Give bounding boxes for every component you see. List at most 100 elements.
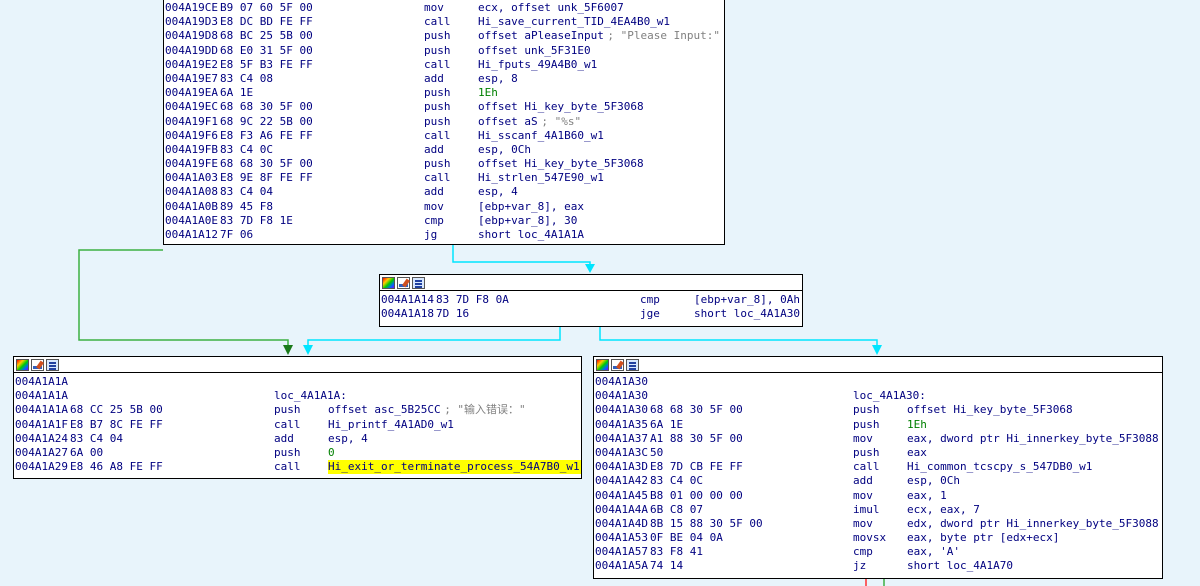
code-line[interactable]: 004A19EA 6A 1E push 1Eh (164, 86, 724, 100)
instruction-operands[interactable]: offset Hi_key_byte_5F3068 (907, 403, 1073, 417)
code-line[interactable]: 004A1A53 0F BE 04 0A movsx eax, byte ptr [e… (594, 531, 1162, 545)
instruction-operands[interactable]: [ebp+var_8], 30 (478, 214, 577, 228)
code-line[interactable]: 004A1A24 83 C4 04 add esp, 4 (14, 432, 581, 446)
instruction-operands[interactable]: offset aPleaseInput (478, 29, 604, 43)
code-line[interactable]: 004A19DD 68 E0 31 5F 00 push offset unk_5F3… (164, 44, 724, 58)
rename-icon[interactable] (611, 358, 624, 371)
instruction-operands[interactable]: [ebp+var_8], eax (478, 200, 584, 214)
code-line[interactable]: 004A1A3C 50 push eax (594, 446, 1162, 460)
instruction-operands[interactable]: esp, 4 (478, 185, 518, 199)
instruction-operands[interactable]: Hi_sscanf_4A1B60_w1 (478, 129, 604, 143)
code-line[interactable]: 004A1A03 E8 9E 8F FE FF call Hi_strlen_547E… (164, 171, 724, 185)
instruction-operands[interactable]: esp, 4 (328, 432, 368, 446)
code-line[interactable]: 004A1A12 7F 06 jg short loc_4A1A1A (164, 228, 724, 242)
code-block-middle[interactable]: 004A1A14 83 7D F8 0A cmp [ebp+var_8], 0Ah 00… (379, 274, 803, 327)
code-line[interactable]: 004A1A42 83 C4 0C add esp, 0Ch (594, 474, 1162, 488)
code-line[interactable]: 004A19D8 68 BC 25 5B 00 push offset aPlease… (164, 29, 724, 43)
instruction-address: 004A1A29 (15, 460, 68, 474)
instruction-operands[interactable]: ecx, eax, 7 (907, 503, 980, 517)
graph-view-icon[interactable] (46, 358, 59, 371)
code-line[interactable]: 004A1A4D 8B 15 88 30 5F 00 mov edx, dword p… (594, 517, 1162, 531)
opcode-bytes: 0F BE 04 0A (650, 531, 723, 545)
code-line[interactable]: 004A1A29 E8 46 A8 FE FF call Hi_exit_or_ter… (14, 460, 581, 475)
color-palette-icon[interactable] (596, 358, 609, 371)
instruction-operands[interactable]: eax (907, 446, 927, 460)
instruction-operands[interactable]: Hi_strlen_547E90_w1 (478, 171, 604, 185)
code-line[interactable]: 004A19FB 83 C4 0C add esp, 0Ch (164, 143, 724, 157)
instruction-operands[interactable]: eax, 1 (907, 489, 947, 503)
code-line[interactable]: 004A1A1A loc_4A1A1A: (14, 389, 581, 403)
code-line[interactable]: 004A1A30 loc_4A1A30: (594, 389, 1162, 403)
instruction-address: 004A1A5A (595, 559, 648, 573)
rename-icon[interactable] (31, 358, 44, 371)
instruction-operands[interactable]: short loc_4A1A1A (478, 228, 584, 242)
opcode-bytes: 68 E0 31 5F 00 (220, 43, 313, 57)
instruction-address: 004A1A0E (165, 213, 218, 227)
code-line[interactable]: 004A19FE 68 68 30 5F 00 push offset Hi_key_… (164, 157, 724, 171)
instruction-operands[interactable]: 0 (328, 446, 335, 460)
graph-view-icon[interactable] (626, 358, 639, 371)
code-line[interactable]: 004A19F6 E8 F3 A6 FE FF call Hi_sscanf_4A1B… (164, 129, 724, 143)
code-line[interactable]: 004A1A35 6A 1E push 1Eh (594, 418, 1162, 432)
instruction-operands[interactable]: eax, byte ptr [edx+ecx] (907, 531, 1059, 545)
instruction-operands[interactable]: edx, dword ptr Hi_innerkey_byte_5F3088 (907, 517, 1159, 531)
code-line[interactable]: 004A1A45 B8 01 00 00 00 mov eax, 1 (594, 489, 1162, 503)
instruction-address: 004A1A1A (15, 403, 68, 417)
code-line[interactable]: 004A1A0E 83 7D F8 1E cmp [ebp+var_8], 30 (164, 214, 724, 228)
code-block-right[interactable]: 004A1A30 004A1A30 loc_4A1A30: 004A1A30 68 68… (593, 356, 1163, 579)
code-line[interactable]: 004A1A1A (14, 375, 581, 389)
code-line[interactable]: 004A1A30 (594, 375, 1162, 389)
instruction-operands[interactable]: esp, 0Ch (478, 143, 531, 157)
instruction-operands[interactable]: 1Eh (907, 418, 927, 432)
edge-top-to-middle (452, 244, 591, 267)
instruction-operands[interactable]: Hi_fputs_49A4B0_w1 (478, 58, 597, 72)
code-block-left[interactable]: 004A1A1A 004A1A1A loc_4A1A1A: 004A1A1A 68 CC… (13, 356, 582, 479)
code-line[interactable]: 004A1A0B 89 45 F8 mov [ebp+var_8], eax (164, 200, 724, 214)
code-line[interactable]: 004A19CE B9 07 60 5F 00 mov ecx, offset unk… (164, 1, 724, 15)
instruction-operands[interactable]: eax, 'A' (907, 545, 960, 559)
code-line[interactable]: 004A19F1 68 9C 22 5B 00 push offset aS; "%s… (164, 115, 724, 129)
color-palette-icon[interactable] (16, 358, 29, 371)
code-line[interactable]: 004A1A1F E8 B7 8C FE FF call Hi_printf_4A1A… (14, 418, 581, 432)
graph-view-icon[interactable] (412, 276, 425, 289)
instruction-operands[interactable]: short loc_4A1A70 (907, 559, 1013, 573)
instruction-operands[interactable]: eax, dword ptr Hi_innerkey_byte_5F3088 (907, 432, 1159, 446)
instruction-operands[interactable]: offset unk_5F31E0 (478, 44, 591, 58)
instruction-operands[interactable]: Hi_save_current_TID_4EA4B0_w1 (478, 15, 670, 29)
instruction-operands[interactable]: Hi_exit_or_terminate_process_54A7B0_w1 (328, 460, 581, 475)
code-line[interactable]: 004A1A27 6A 00 push 0 (14, 446, 581, 460)
instruction-operands[interactable]: offset Hi_key_byte_5F3068 (478, 157, 644, 171)
opcode-bytes: E8 7D CB FE FF (650, 460, 743, 474)
code-line[interactable]: 004A19E7 83 C4 08 add esp, 8 (164, 72, 724, 86)
code-line[interactable]: 004A1A5A 74 14 jz short loc_4A1A70 (594, 559, 1162, 573)
rename-icon[interactable] (397, 276, 410, 289)
code-line[interactable]: 004A19E2 E8 5F B3 FE FF call Hi_fputs_49A4B… (164, 58, 724, 72)
color-palette-icon[interactable] (382, 276, 395, 289)
instruction-operands[interactable]: Hi_common_tcscpy_s_547DB0_w1 (907, 460, 1092, 474)
instruction-operands[interactable]: esp, 0Ch (907, 474, 960, 488)
instruction-operands[interactable]: ecx, offset unk_5F6007 (478, 1, 624, 15)
code-line[interactable]: 004A1A14 83 7D F8 0A cmp [ebp+var_8], 0Ah (380, 293, 802, 307)
code-line[interactable]: 004A1A08 83 C4 04 add esp, 4 (164, 185, 724, 199)
code-line[interactable]: 004A1A37 A1 88 30 5F 00 mov eax, dword ptr … (594, 432, 1162, 446)
instruction-address: 004A1A1A (15, 389, 68, 403)
instruction-operands[interactable]: offset aS (478, 115, 538, 129)
code-block-top[interactable]: 004A19CE B9 07 60 5F 00 mov ecx, offset unk… (163, 0, 725, 245)
instruction-operands[interactable]: Hi_printf_4A1AD0_w1 (328, 418, 454, 432)
code-line[interactable]: 004A1A3D E8 7D CB FE FF call Hi_common_tcsc… (594, 460, 1162, 474)
instruction-mnemonic: add (424, 71, 444, 85)
instruction-operands[interactable]: esp, 8 (478, 72, 518, 86)
instruction-operands[interactable]: offset asc_5B25CC (328, 403, 441, 417)
code-line[interactable]: 004A1A4A 6B C8 07 imul ecx, eax, 7 (594, 503, 1162, 517)
instruction-operands[interactable]: offset Hi_key_byte_5F3068 (478, 100, 644, 114)
code-line[interactable]: 004A1A18 7D 16 jge short loc_4A1A30 (380, 307, 802, 321)
code-line[interactable]: 004A1A30 68 68 30 5F 00 push offset Hi_key_… (594, 403, 1162, 417)
code-line[interactable]: 004A1A1A 68 CC 25 5B 00 push offset asc_5B2… (14, 403, 581, 417)
instruction-address: 004A1A30 (595, 389, 648, 403)
instruction-operands[interactable]: [ebp+var_8], 0Ah (694, 293, 800, 307)
instruction-operands[interactable]: short loc_4A1A30 (694, 307, 800, 321)
instruction-operands[interactable]: 1Eh (478, 86, 498, 100)
code-line[interactable]: 004A19D3 E8 DC BD FE FF call Hi_save_curren… (164, 15, 724, 29)
code-line[interactable]: 004A19EC 68 68 30 5F 00 push offset Hi_key_… (164, 100, 724, 114)
code-line[interactable]: 004A1A57 83 F8 41 cmp eax, 'A' (594, 545, 1162, 559)
